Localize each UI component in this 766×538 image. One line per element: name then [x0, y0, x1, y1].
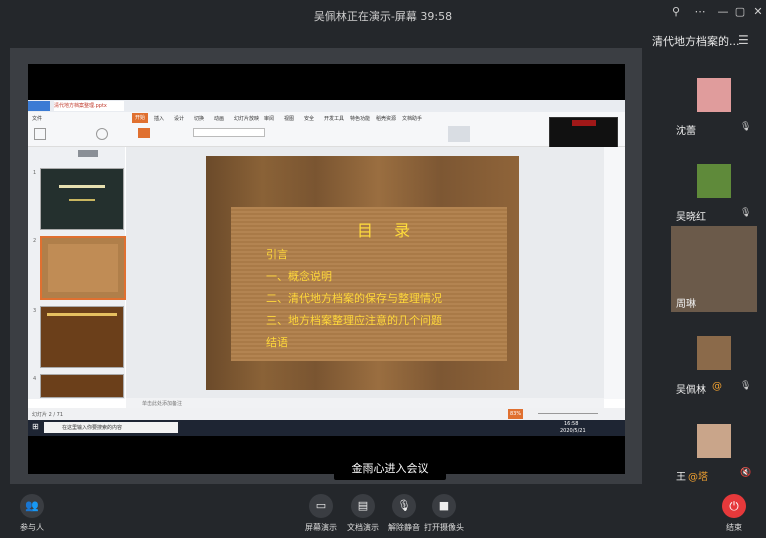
- participant-badge: @塔: [688, 472, 708, 483]
- meeting-title: 清代地方档案的...: [652, 35, 740, 48]
- participant-avatar: [697, 164, 731, 198]
- right-toolbar: [604, 147, 625, 399]
- thumb-number: 4: [33, 376, 37, 382]
- slide-thumb-3[interactable]: [40, 306, 124, 368]
- thumb-title-line: [59, 185, 105, 188]
- screen-share-icon[interactable]: ▭: [309, 494, 333, 518]
- wps-menu-file[interactable]: 文件: [32, 115, 42, 122]
- mic-icon: 🎙: [740, 122, 752, 132]
- slide-thumb-1[interactable]: [40, 168, 124, 230]
- wps-menu-docer[interactable]: 稻壳资源: [376, 115, 396, 122]
- wps-menu-insert[interactable]: 插入: [154, 115, 164, 122]
- participant-avatar: [697, 336, 731, 370]
- pin-icon[interactable]: ⚲: [666, 3, 686, 21]
- mic-muted-icon[interactable]: 🎙: [392, 494, 416, 518]
- thumb-number: 2: [33, 238, 37, 244]
- end-meeting-button[interactable]: ⏻: [722, 494, 746, 518]
- participant-name: 王: [676, 472, 686, 483]
- thumb-number: 1: [33, 170, 37, 176]
- join-notice: 金雨心进入会议: [334, 458, 446, 480]
- taskbar-search-box[interactable]: 在这里输入你要搜索的内容: [44, 422, 178, 433]
- wps-menu-animation[interactable]: 动画: [214, 115, 224, 122]
- camera-off-icon[interactable]: ■: [432, 494, 456, 518]
- end-label: 结束: [726, 523, 742, 532]
- play-icon[interactable]: [96, 128, 108, 140]
- thumb-heading-line: [47, 313, 117, 316]
- participant-name: 周琳: [676, 299, 696, 310]
- participants-icon[interactable]: 👥: [20, 494, 44, 518]
- windows-start-icon[interactable]: ⊞: [32, 422, 39, 431]
- wps-menu-view[interactable]: 视图: [284, 115, 294, 122]
- wps-menu-design[interactable]: 设计: [174, 115, 184, 122]
- paste-icon[interactable]: [34, 128, 46, 140]
- clock-time: 16:58: [564, 421, 579, 427]
- zoom-level[interactable]: 83%: [508, 409, 524, 419]
- window-title: 吴佩林正在演示-屏幕 39:58: [313, 10, 453, 23]
- maximize-icon[interactable]: ▢: [730, 3, 750, 21]
- participant-name: 吴晓红: [676, 212, 706, 223]
- wps-file-tab[interactable]: 清代地方档案整理.pptx: [54, 101, 124, 111]
- participant-name: 吴佩林: [676, 385, 706, 396]
- thumb-inner: [48, 244, 118, 292]
- zoom-slider[interactable]: [538, 413, 598, 414]
- wps-toolbar: [28, 124, 625, 147]
- slide-line: 结语: [266, 336, 288, 349]
- list-icon[interactable]: ☰: [738, 33, 749, 47]
- participants-label: 参与人: [20, 523, 44, 532]
- mic-muted-icon: 🔇: [740, 468, 752, 478]
- mic-icon: 🎙: [740, 381, 752, 391]
- participant-avatar: [697, 78, 731, 112]
- new-slide-icon[interactable]: [138, 128, 150, 138]
- wps-menu-assistant[interactable]: 文档助手: [402, 115, 422, 122]
- more-icon[interactable]: ⋯: [690, 3, 710, 21]
- wps-menu-transition[interactable]: 切换: [194, 115, 204, 122]
- slide-line: 一、概念说明: [266, 270, 332, 283]
- participant-name: 沈蕾: [676, 126, 696, 137]
- mic-icon: 🎙: [740, 208, 752, 218]
- panel-tab-outline[interactable]: [78, 150, 98, 157]
- doc-share-label: 文档演示: [347, 523, 379, 532]
- control-bar: [0, 484, 766, 538]
- arrange-button[interactable]: [448, 126, 470, 142]
- participant-avatar: [697, 424, 731, 458]
- notes-area[interactable]: 单击此处添加备注: [126, 398, 604, 408]
- slide-line: 引言: [266, 248, 288, 261]
- wps-menu-home[interactable]: 开始: [132, 113, 149, 123]
- wps-menu-review[interactable]: 审阅: [264, 115, 274, 122]
- status-slide-count: 幻灯片 2 / 71: [32, 412, 63, 418]
- slide-title: 目 录: [357, 221, 419, 240]
- wps-menu-bar: 文件 开始 插入 设计 切换 动画 幻灯片放映 审阅 视图 安全 开发工具 特色…: [28, 112, 625, 124]
- wps-menu-devtools[interactable]: 开发工具: [324, 115, 344, 122]
- unmute-label: 解除静音: [388, 523, 420, 532]
- wps-status-bar: 幻灯片 2 / 71 83%: [28, 408, 625, 420]
- notes-placeholder: 单击此处添加备注: [142, 401, 183, 407]
- font-select[interactable]: [193, 128, 265, 137]
- close-icon[interactable]: ✕: [748, 3, 766, 21]
- participant-badge: @: [712, 381, 722, 392]
- slide-line: 二、清代地方档案的保存与整理情况: [266, 292, 442, 305]
- thumb-number: 3: [33, 308, 37, 314]
- clock-date: 2020/5/21: [560, 428, 586, 434]
- slide-thumb-2[interactable]: [40, 236, 126, 300]
- windows-taskbar: ⊞ 在这里输入你要搜索的内容 16:58 2020/5/21: [28, 420, 625, 436]
- wps-menu-slideshow[interactable]: 幻灯片放映: [234, 115, 259, 122]
- screen-share-label: 屏幕演示: [305, 523, 337, 532]
- wps-menu-security[interactable]: 安全: [304, 115, 314, 122]
- camera-label: 打开摄像头: [424, 523, 464, 532]
- wps-home-tab[interactable]: [28, 101, 50, 111]
- slide-thumb-4[interactable]: [40, 374, 124, 398]
- taskbar-search-placeholder: 在这里输入你要搜索的内容: [62, 425, 123, 431]
- slide-line: 三、地方档案整理应注意的几个问题: [266, 314, 442, 327]
- recording-badge: [572, 120, 596, 126]
- doc-share-icon[interactable]: ▤: [351, 494, 375, 518]
- thumb-subtitle-line: [69, 199, 95, 201]
- wps-menu-features[interactable]: 特色功能: [350, 115, 370, 122]
- wps-tab-bar: 清代地方档案整理.pptx: [28, 100, 625, 112]
